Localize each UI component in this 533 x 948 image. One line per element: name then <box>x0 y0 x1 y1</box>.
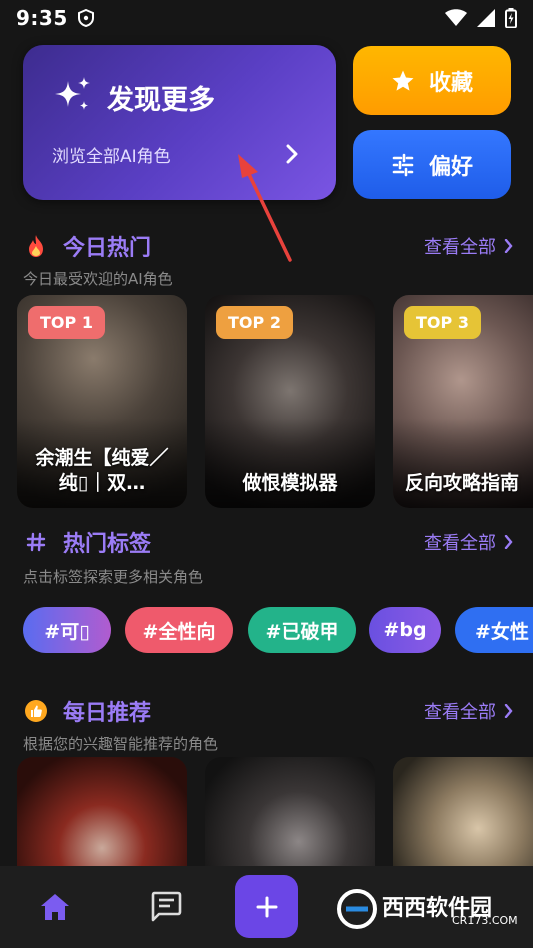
recommend-card[interactable] <box>17 757 187 867</box>
sparkle-icon <box>55 77 90 110</box>
tag-chip[interactable]: #已破甲 <box>248 607 356 653</box>
character-name: 做恨模拟器 <box>242 472 338 494</box>
status-bar: 9:35 <box>0 0 533 36</box>
hot-tags-header: 热门标签 查看全部 <box>23 526 513 558</box>
tag-chip[interactable]: #全性向 <box>125 607 233 653</box>
sliders-icon <box>392 153 414 176</box>
chat-icon[interactable] <box>148 888 184 924</box>
chevron-right-icon <box>504 704 513 718</box>
discover-title: 发现更多 <box>107 85 215 116</box>
hot-tags-view-all[interactable]: 查看全部 <box>424 529 513 555</box>
hot-today-view-all[interactable]: 查看全部 <box>424 233 513 259</box>
hot-tags-view-all-label: 查看全部 <box>424 533 496 554</box>
daily-subtitle: 根据您的兴趣智能推荐的角色 <box>23 735 219 753</box>
hot-today-carousel[interactable]: TOP 1 余潮生【纯爱／纯▯｜双… TOP 2 做恨模拟器 TOP 3 反向攻… <box>17 295 533 510</box>
character-name: 反向攻略指南 <box>405 472 520 494</box>
daily-header: 每日推荐 查看全部 <box>23 695 513 727</box>
bottom-navigation: 西西软件园 CR173.COM <box>0 866 533 948</box>
tag-chip[interactable]: #bg <box>369 607 441 653</box>
wifi-icon <box>445 9 467 26</box>
chevron-right-icon <box>504 535 513 549</box>
hot-tags-title: 热门标签 <box>63 532 152 557</box>
discover-subtitle: 浏览全部AI角色 <box>52 147 171 167</box>
hot-today-subtitle: 今日最受欢迎的AI角色 <box>23 270 173 288</box>
hot-tags-subtitle: 点击标签探索更多相关角色 <box>23 568 204 586</box>
shield-icon <box>77 9 94 27</box>
hot-today-view-all-label: 查看全部 <box>424 237 496 258</box>
tag-chip[interactable]: #可▯ <box>23 607 111 653</box>
home-icon[interactable] <box>38 890 72 924</box>
recommend-card[interactable] <box>393 757 533 867</box>
rank-badge: TOP 2 <box>216 306 293 339</box>
tag-chip[interactable]: #女性 <box>455 607 533 653</box>
create-button[interactable] <box>235 875 298 938</box>
daily-title: 每日推荐 <box>63 701 152 726</box>
character-card[interactable]: TOP 1 余潮生【纯爱／纯▯｜双… <box>17 295 187 508</box>
watermark-logo-icon <box>337 889 377 929</box>
signal-icon <box>477 9 495 27</box>
daily-view-all[interactable]: 查看全部 <box>424 698 513 724</box>
preferences-label: 偏好 <box>428 154 473 180</box>
hot-today-title: 今日热门 <box>63 236 152 261</box>
character-card[interactable]: TOP 2 做恨模拟器 <box>205 295 375 508</box>
hot-today-header: 今日热门 查看全部 <box>23 230 513 262</box>
character-name: 余潮生【纯爱／纯▯｜双… <box>35 447 169 494</box>
daily-view-all-label: 查看全部 <box>424 702 496 723</box>
tag-list: #可▯ #全性向 #已破甲 #bg #女性 <box>23 607 533 653</box>
preferences-button[interactable]: 偏好 <box>353 130 511 199</box>
favorites-label: 收藏 <box>428 70 473 96</box>
watermark-url: CR173.COM <box>452 914 518 927</box>
star-icon <box>392 70 414 91</box>
thumbs-up-icon <box>23 698 49 724</box>
favorites-button[interactable]: 收藏 <box>353 46 511 115</box>
hashtag-icon <box>23 529 49 555</box>
daily-carousel[interactable] <box>17 757 533 867</box>
watermark: 西西软件园 CR173.COM <box>334 884 518 934</box>
character-card[interactable]: TOP 3 反向攻略指南 <box>393 295 533 508</box>
rank-badge: TOP 3 <box>404 306 481 339</box>
plus-icon <box>256 896 277 917</box>
rank-badge: TOP 1 <box>28 306 105 339</box>
battery-icon <box>505 8 517 28</box>
flame-icon <box>23 233 49 259</box>
chevron-right-icon <box>504 239 513 253</box>
recommend-card[interactable] <box>205 757 375 867</box>
status-time: 9:35 <box>16 6 68 30</box>
